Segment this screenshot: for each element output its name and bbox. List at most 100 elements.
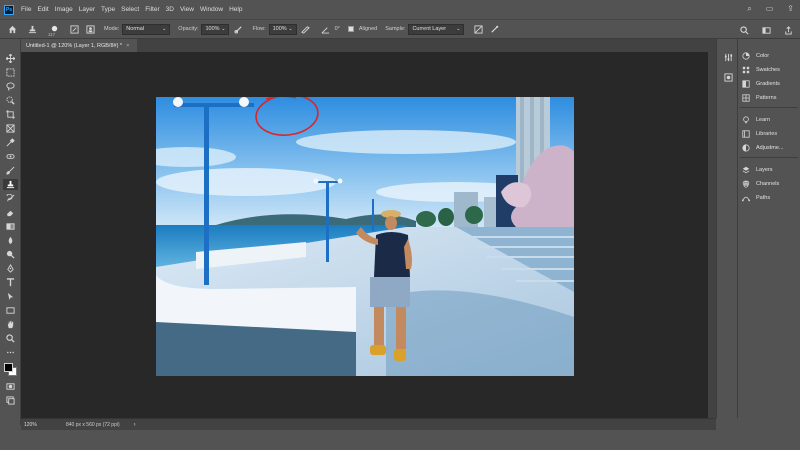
more-tools-icon[interactable] <box>3 347 18 358</box>
sample-label: Sample: <box>385 26 406 32</box>
collapsed-panel-strip <box>716 39 738 418</box>
panel-gradients[interactable]: Gradients <box>742 78 780 90</box>
workspace-icon[interactable] <box>760 24 772 36</box>
clone-stamp-tool-icon[interactable] <box>26 23 38 35</box>
document-tab[interactable]: Untitled-1 @ 120% (Layer 1, RGB/8#) * × <box>21 39 137 52</box>
panel-learn[interactable]: Learn <box>742 114 770 126</box>
ignore-adjustment-layers-icon[interactable] <box>472 23 484 35</box>
history-brush-tool-icon[interactable] <box>3 193 18 204</box>
screen-mode-icon[interactable] <box>3 395 18 406</box>
menu-layer[interactable]: Layer <box>76 6 98 13</box>
share-icon[interactable]: ⇪ <box>787 4 794 14</box>
photoshop-window: Ps File Edit Image Layer Type Select Fil… <box>0 0 800 450</box>
panel-channels[interactable]: Channels <box>742 178 779 190</box>
clone-source-icon[interactable] <box>84 23 96 35</box>
close-icon[interactable]: × <box>126 43 129 49</box>
toggle-brush-settings-icon[interactable] <box>68 23 80 35</box>
opacity-field[interactable]: 100% ⌄ <box>201 23 230 35</box>
crop-tool-icon[interactable] <box>3 109 18 120</box>
panel-swatches[interactable]: Swatches <box>742 64 780 76</box>
aligned-label: Aligned <box>358 26 378 32</box>
menu-image[interactable]: Image <box>52 6 76 13</box>
menu-3d[interactable]: 3D <box>163 6 177 13</box>
menu-select[interactable]: Select <box>118 6 142 13</box>
panel-patterns[interactable]: Patterns <box>742 92 776 104</box>
type-tool-icon[interactable] <box>3 277 18 288</box>
bottom-band <box>0 430 800 450</box>
quick-mask-icon[interactable] <box>3 381 18 392</box>
spot-healing-tool-icon[interactable] <box>3 151 18 162</box>
window-controls: ⌕ ▭ ⇪ <box>747 4 794 14</box>
frame-tool-icon[interactable] <box>3 123 18 134</box>
menu-edit[interactable]: Edit <box>34 6 51 13</box>
panel-color[interactable]: Color <box>742 50 769 62</box>
panel-layers[interactable]: Layers <box>742 164 773 176</box>
aligned-checkbox[interactable] <box>347 26 354 32</box>
brush-tool-icon[interactable] <box>3 165 18 176</box>
panel-paths[interactable]: Paths <box>742 192 770 204</box>
chevron-down-icon: ⌄ <box>288 26 293 32</box>
menu-bar: Ps File Edit Image Layer Type Select Fil… <box>0 0 800 19</box>
mode-label: Mode: <box>104 26 120 32</box>
options-bar-right <box>738 24 794 36</box>
rectangle-tool-icon[interactable] <box>3 305 18 316</box>
zoom-level-field[interactable]: 120% <box>24 422 46 428</box>
swatches-icon <box>742 66 750 74</box>
properties-icon[interactable] <box>722 51 734 63</box>
menu-filter[interactable]: Filter <box>142 6 162 13</box>
path-selection-tool-icon[interactable] <box>3 291 18 302</box>
airbrush-icon[interactable] <box>300 23 312 35</box>
mode-select[interactable]: Normal ⌄ <box>122 23 171 35</box>
menu-help[interactable]: Help <box>226 6 245 13</box>
dodge-tool-icon[interactable] <box>3 249 18 260</box>
document-size-info: 840 px x 560 px (72 ppi) <box>66 421 120 428</box>
clone-stamp-tool-icon[interactable] <box>3 179 18 190</box>
libraries-icon <box>742 130 750 138</box>
gradients-icon <box>742 80 750 88</box>
panel-label: Layers <box>756 167 773 173</box>
panel-label: Gradients <box>756 81 780 87</box>
libraries-3d-icon[interactable] <box>722 71 734 83</box>
menu-file[interactable]: File <box>18 6 34 13</box>
gradient-tool-icon[interactable] <box>3 221 18 232</box>
pressure-opacity-icon[interactable] <box>232 23 244 35</box>
pen-tool-icon[interactable] <box>3 263 18 274</box>
panel-libraries[interactable]: Libraries <box>742 128 777 140</box>
foreground-color-swatch[interactable] <box>4 363 13 372</box>
panel-divider <box>740 107 798 108</box>
mode-value: Normal <box>126 26 145 32</box>
lasso-tool-icon[interactable] <box>3 81 18 92</box>
document-image[interactable] <box>156 97 574 376</box>
home-icon[interactable] <box>6 23 18 35</box>
zoom-tool-icon[interactable] <box>3 333 18 344</box>
menu-window[interactable]: Window <box>197 6 226 13</box>
menu-type[interactable]: Type <box>98 6 118 13</box>
panel-label: Learn <box>756 117 771 123</box>
opacity-label: Opacity: <box>178 26 199 32</box>
share-icon[interactable] <box>782 24 794 36</box>
chevron-right-icon[interactable]: › <box>134 422 136 428</box>
chevron-down-icon: ⌄ <box>162 26 167 32</box>
menu-view[interactable]: View <box>177 6 197 13</box>
panel-label: Patterns <box>756 95 777 101</box>
search-icon[interactable]: ⌕ <box>747 4 751 14</box>
brush-preset-picker[interactable]: 117 <box>48 23 60 37</box>
flow-value: 100% <box>272 26 287 32</box>
search-icon[interactable] <box>738 24 750 36</box>
workspace-layout-icon[interactable]: ▭ <box>766 4 774 14</box>
opacity-value: 100% <box>205 26 220 32</box>
eraser-tool-icon[interactable] <box>3 207 18 218</box>
canvas-area[interactable] <box>21 52 708 418</box>
blur-tool-icon[interactable] <box>3 235 18 246</box>
pressure-size-icon[interactable] <box>488 23 500 35</box>
flow-field[interactable]: 100% ⌄ <box>268 23 297 35</box>
hand-tool-icon[interactable] <box>3 319 18 330</box>
panel-adjustments[interactable]: Adjustme... <box>742 142 784 154</box>
marquee-tool-icon[interactable] <box>3 67 18 78</box>
vertical-scrollbar[interactable] <box>708 39 716 418</box>
sample-select[interactable]: Current Layer ⌄ <box>408 23 465 35</box>
eyedropper-tool-icon[interactable] <box>3 137 18 148</box>
angle-value[interactable]: 0° <box>335 26 340 32</box>
move-tool-icon[interactable] <box>3 53 18 64</box>
quick-selection-tool-icon[interactable] <box>3 95 18 106</box>
